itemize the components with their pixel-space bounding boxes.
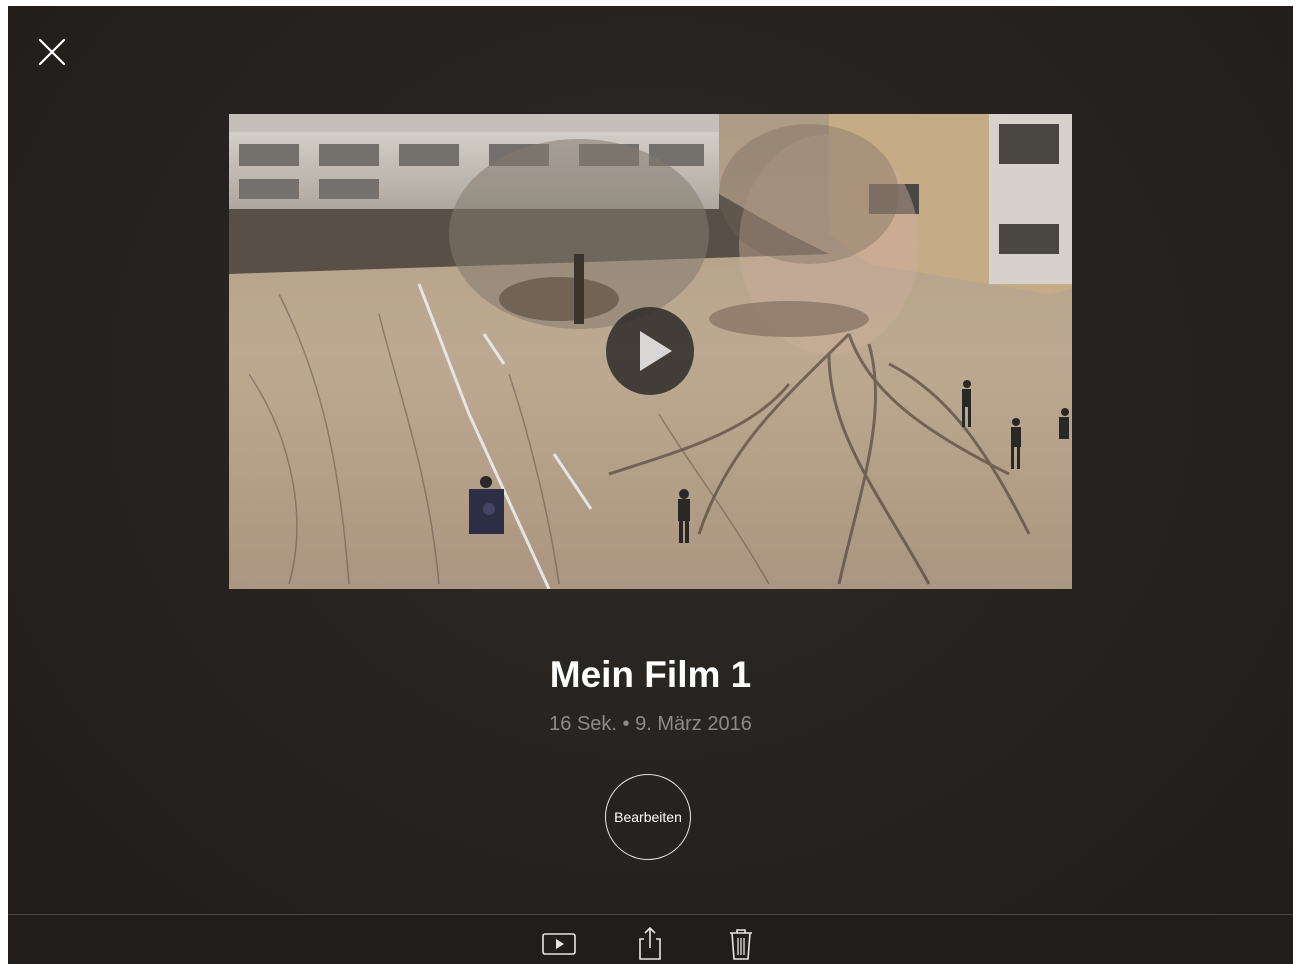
video-play-button[interactable]: [606, 307, 694, 395]
toolbar-share-button[interactable]: [632, 925, 668, 961]
bottom-toolbar: [8, 914, 1293, 964]
play-icon: [640, 331, 672, 371]
share-icon: [639, 926, 661, 960]
close-button[interactable]: [34, 34, 70, 70]
toolbar-play-button[interactable]: [541, 925, 577, 961]
toolbar-delete-button[interactable]: [723, 925, 759, 961]
movie-title: Mein Film 1: [549, 654, 752, 695]
video-thumbnail[interactable]: [229, 114, 1072, 589]
play-icon: [542, 933, 576, 955]
trash-icon: [730, 929, 752, 960]
movie-meta: 16 Sek. • 9. März 2016: [549, 713, 752, 735]
movie-detail-screen: Mein Film 1 16 Sek. • 9. März 2016 Bearb…: [8, 6, 1293, 964]
close-icon: [38, 38, 66, 66]
edit-button-label: Bearbeiten: [614, 809, 682, 825]
edit-button[interactable]: Bearbeiten: [605, 774, 691, 860]
